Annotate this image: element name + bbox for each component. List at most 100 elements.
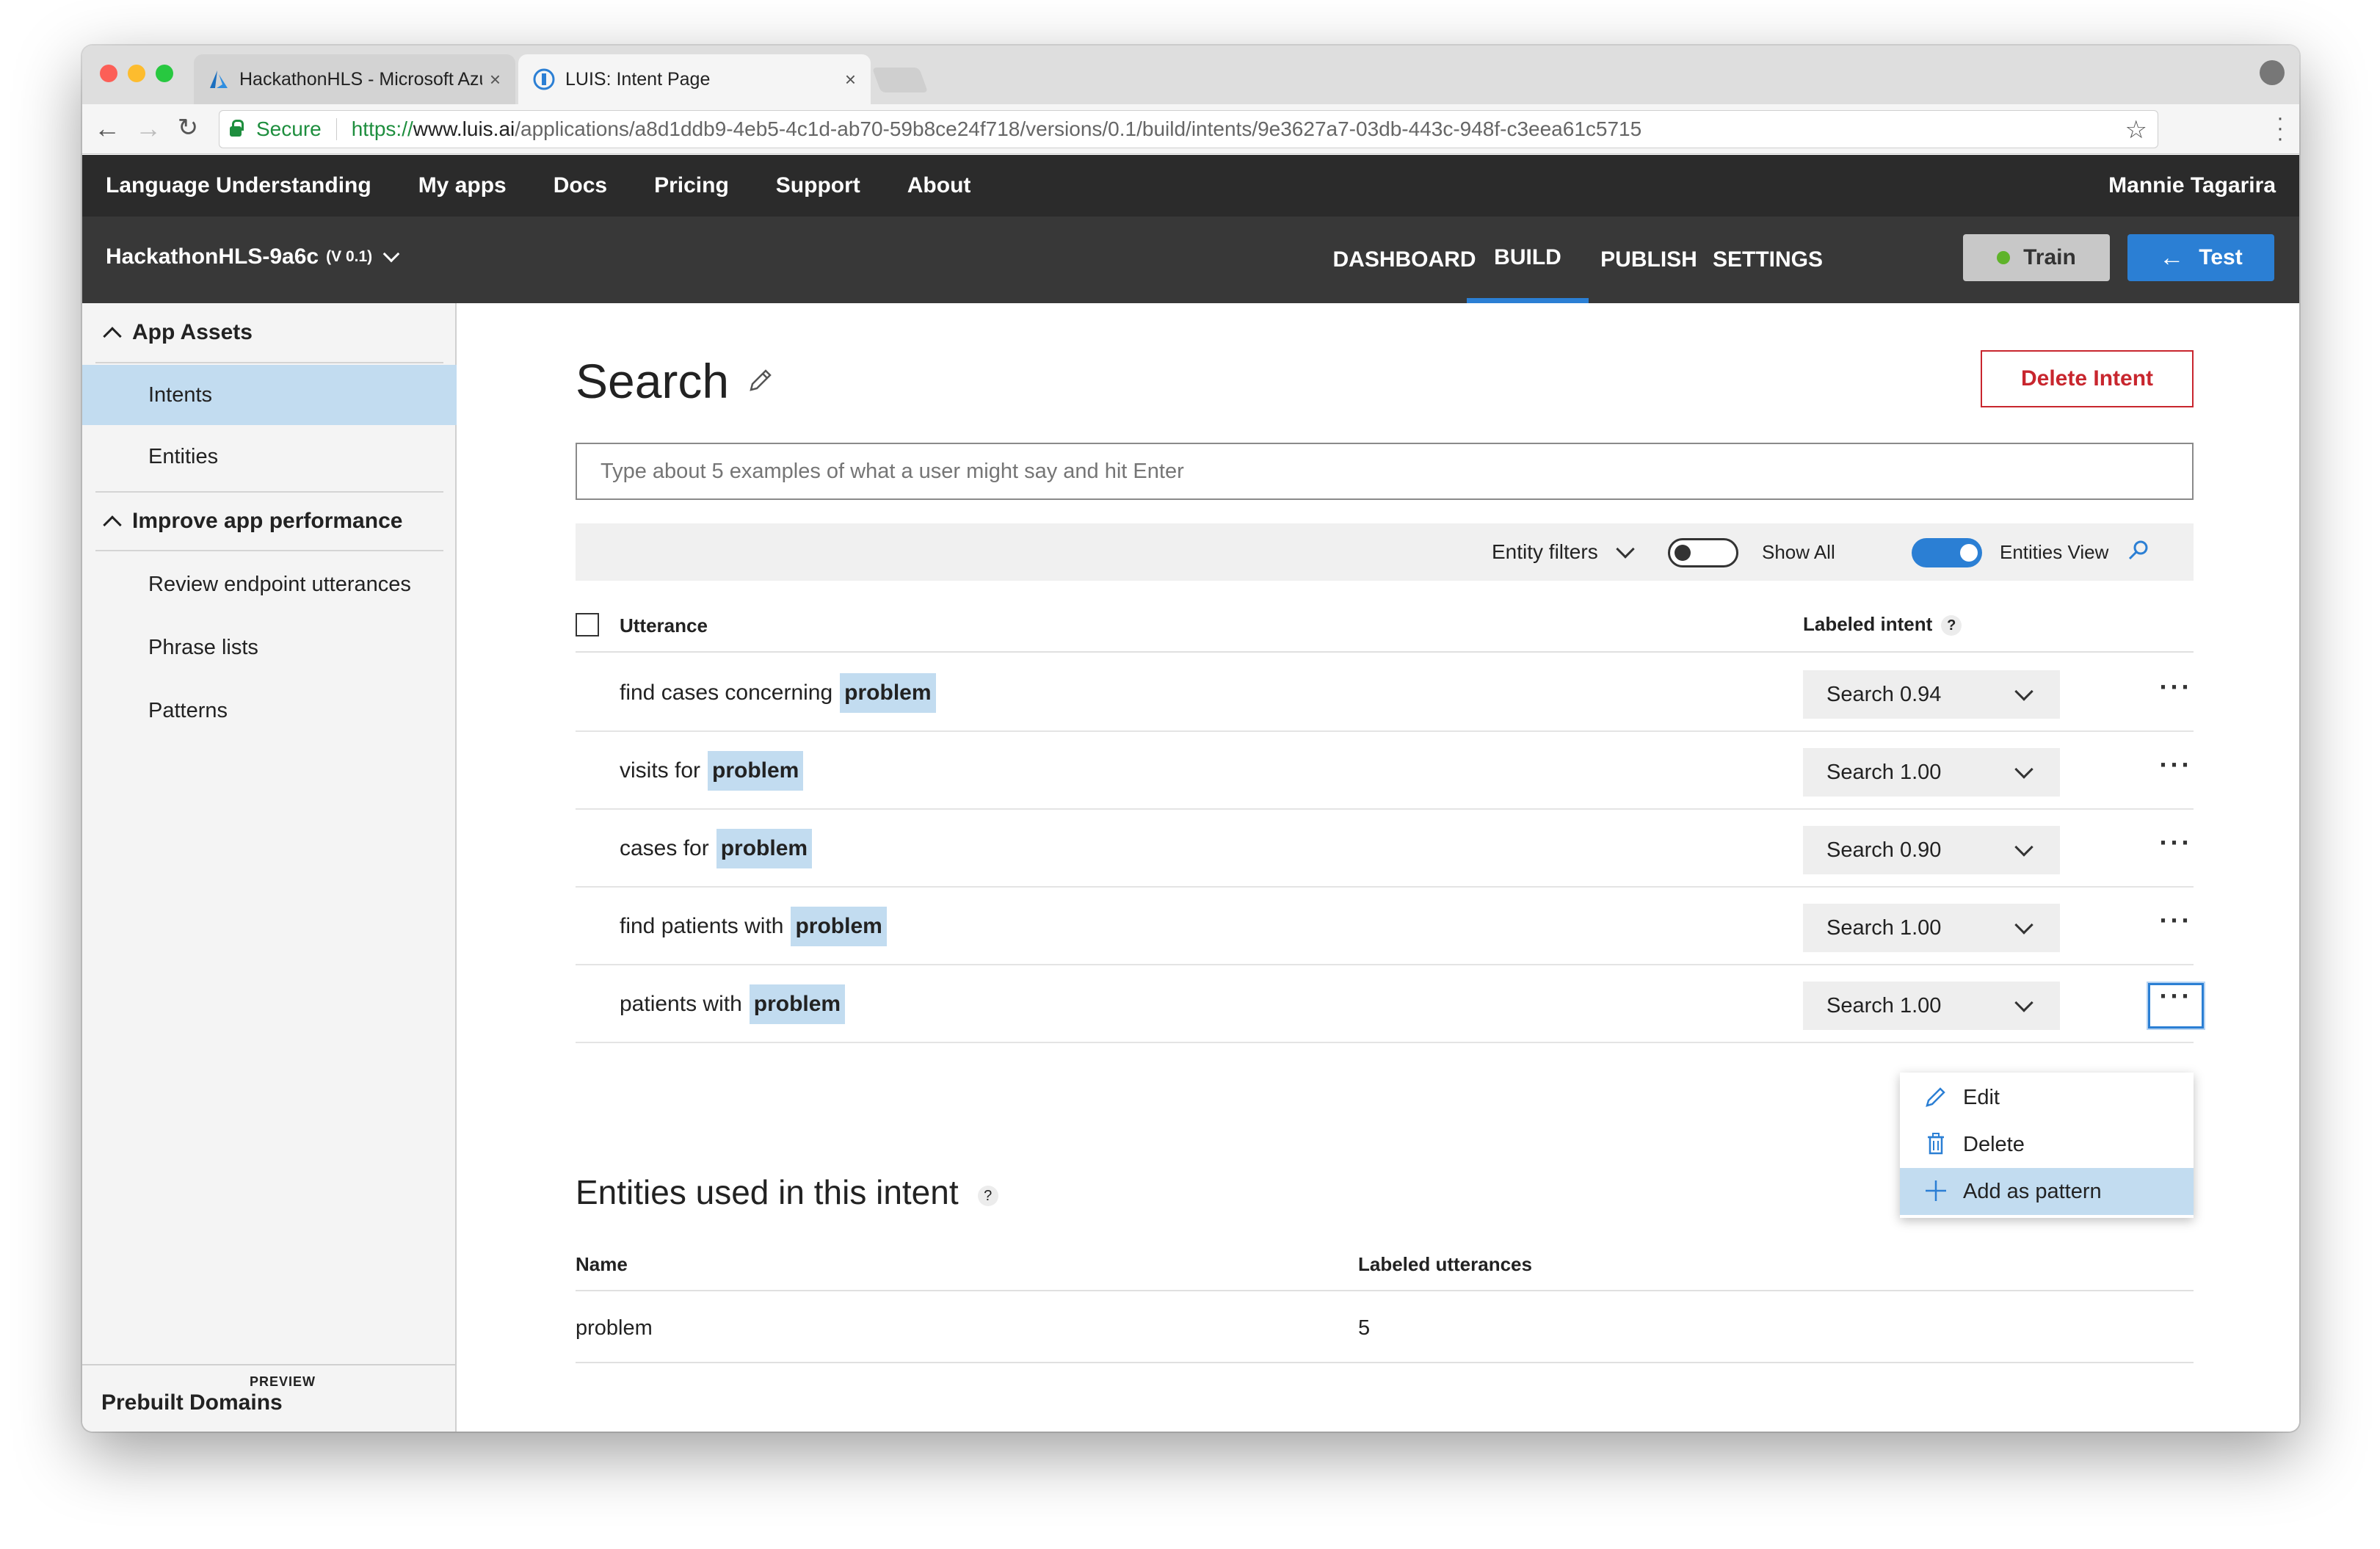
- col-labeled-intent-label: Labeled intent: [1803, 613, 1933, 635]
- browser-toolbar: ← → ↻ Secure https://www.luis.ai/applica…: [82, 104, 2299, 154]
- maximize-window-button[interactable]: [156, 65, 173, 82]
- entities-view-label: Entities View: [2000, 540, 2109, 563]
- nav-support[interactable]: Support: [776, 173, 860, 198]
- show-all-toggle[interactable]: [1668, 538, 1738, 567]
- row-more-button[interactable]: ···: [2148, 907, 2204, 951]
- menu-item-edit[interactable]: Edit: [1900, 1074, 2194, 1121]
- help-icon[interactable]: ?: [977, 1186, 998, 1206]
- url-text: https://www.luis.ai/applications/a8d1ddb…: [352, 117, 1641, 141]
- utterance-words: patients with: [620, 992, 742, 1016]
- select-all-checkbox[interactable]: [576, 613, 599, 636]
- tab-dashboard[interactable]: DASHBOARD: [1333, 217, 1476, 303]
- pencil-icon[interactable]: [745, 366, 774, 396]
- entity-label[interactable]: problem: [708, 751, 804, 791]
- sidebar-item-intents[interactable]: Intents: [82, 365, 457, 425]
- utterance-text[interactable]: find cases concerning problem: [620, 673, 936, 713]
- app-version: (V 0.1): [326, 248, 373, 265]
- utterance-text[interactable]: visits for problem: [620, 751, 804, 791]
- app-name: HackathonHLS-9a6c: [106, 244, 319, 269]
- page-title: Search: [576, 354, 730, 408]
- chevron-down-icon: [382, 245, 400, 263]
- sidebar-item-patterns[interactable]: Patterns: [82, 681, 457, 741]
- show-all-label: Show All: [1762, 540, 1835, 563]
- intent-dropdown[interactable]: Search 1.00: [1803, 904, 2060, 952]
- menu-item-delete[interactable]: Delete: [1900, 1121, 2194, 1168]
- entity-name[interactable]: problem: [576, 1316, 653, 1341]
- nav-my-apps[interactable]: My apps: [418, 173, 507, 198]
- row-more-button[interactable]: ···: [2148, 674, 2204, 717]
- url-host: www.luis.ai: [413, 117, 515, 140]
- tab-strip: HackathonHLS - Microsoft Azu × LUIS: Int…: [82, 46, 2299, 104]
- utterance-text[interactable]: cases for problem: [620, 829, 813, 868]
- intent-dropdown[interactable]: Search 1.00: [1803, 748, 2060, 797]
- intent-dropdown[interactable]: Search 1.00: [1803, 982, 2060, 1030]
- intent-dropdown[interactable]: Search 0.94: [1803, 670, 2060, 719]
- help-icon[interactable]: ?: [1941, 615, 1962, 636]
- address-bar[interactable]: Secure https://www.luis.ai/applications/…: [219, 110, 2158, 148]
- entity-label[interactable]: problem: [840, 673, 936, 713]
- entity-label[interactable]: problem: [791, 907, 887, 946]
- test-label: Test: [2199, 245, 2243, 269]
- close-window-button[interactable]: [100, 65, 117, 82]
- chevron-up-icon: [103, 515, 122, 534]
- menu-item-add-as-pattern[interactable]: Add as pattern: [1900, 1168, 2194, 1215]
- chevron-down-icon: [2014, 682, 2033, 701]
- intent-value: Search 1.00: [1826, 993, 1942, 1017]
- new-tab-button[interactable]: [871, 68, 929, 92]
- nav-pricing[interactable]: Pricing: [654, 173, 729, 198]
- forward-icon[interactable]: →: [134, 113, 163, 144]
- main-content: Search Delete Intent Entity filters Show…: [458, 303, 2299, 1432]
- entity-filters-dropdown[interactable]: Entity filters: [1492, 523, 1635, 581]
- utterance-words: cases for: [620, 836, 709, 860]
- user-name[interactable]: Mannie Tagarira: [2108, 173, 2276, 198]
- tab-luis[interactable]: LUIS: Intent Page ×: [518, 54, 871, 104]
- row-more-button-open[interactable]: ···: [2148, 983, 2204, 1029]
- utterance-text[interactable]: find patients with problem: [620, 907, 887, 946]
- nav-about[interactable]: About: [907, 173, 971, 198]
- nav-docs[interactable]: Docs: [554, 173, 607, 198]
- row-more-button[interactable]: ···: [2148, 830, 2204, 873]
- entities-section-label: Entities used in this intent: [576, 1173, 959, 1211]
- bookmark-star-icon[interactable]: ☆: [2125, 115, 2147, 145]
- sidebar-item-review-endpoint[interactable]: Review endpoint utterances: [82, 554, 457, 614]
- sidebar-item-entities[interactable]: Entities: [82, 427, 457, 487]
- reload-icon[interactable]: ↻: [173, 113, 203, 142]
- arrow-left-icon: ←: [2159, 243, 2185, 272]
- top-nav: Language Understanding My apps Docs Pric…: [82, 155, 2299, 217]
- app-selector[interactable]: HackathonHLS-9a6c (V 0.1): [106, 244, 400, 269]
- prebuilt-domains-link[interactable]: PREVIEW Prebuilt Domains: [82, 1364, 455, 1432]
- tab-publish[interactable]: PUBLISH: [1597, 217, 1700, 303]
- utterance-input[interactable]: [576, 443, 2194, 500]
- utterance-text[interactable]: patients with problem: [620, 984, 846, 1024]
- row-more-button[interactable]: ···: [2148, 752, 2204, 795]
- back-icon[interactable]: ←: [92, 113, 122, 144]
- test-button[interactable]: ← Test: [2127, 234, 2274, 281]
- entity-label[interactable]: problem: [749, 984, 846, 1024]
- section-label: App Assets: [132, 320, 253, 344]
- train-button[interactable]: Train: [1963, 234, 2110, 281]
- table-row: visits for problem Search 1.00 ···: [576, 732, 2194, 810]
- entity-count: 5: [1358, 1316, 1371, 1340]
- entity-label[interactable]: problem: [716, 829, 813, 868]
- azure-icon: [210, 70, 228, 88]
- sidebar-item-phrase-lists[interactable]: Phrase lists: [82, 617, 457, 678]
- menu-item-label: Delete: [1963, 1132, 2025, 1156]
- minimize-window-button[interactable]: [128, 65, 145, 82]
- sidebar-section-improve[interactable]: Improve app performance: [95, 491, 443, 551]
- search-icon[interactable]: [2126, 538, 2151, 563]
- profile-icon[interactable]: [2260, 60, 2285, 85]
- close-tab-icon[interactable]: ×: [490, 68, 501, 91]
- nav-home-link[interactable]: Language Understanding: [106, 173, 371, 198]
- tab-azure[interactable]: HackathonHLS - Microsoft Azu ×: [194, 54, 515, 104]
- delete-intent-button[interactable]: Delete Intent: [1981, 350, 2194, 407]
- intent-dropdown[interactable]: Search 0.90: [1803, 826, 2060, 874]
- browser-menu-icon[interactable]: · · ·: [2273, 107, 2288, 150]
- close-tab-icon[interactable]: ×: [845, 68, 856, 91]
- tab-settings[interactable]: SETTINGS: [1709, 217, 1826, 303]
- url-path: /applications/a8d1ddb9-4eb5-4c1d-ab70-59…: [515, 117, 1642, 140]
- entities-view-toggle[interactable]: [1912, 538, 1982, 567]
- col-labeled-utterances: Labeled utterances: [1358, 1253, 1532, 1275]
- url-scheme: https://: [351, 117, 413, 140]
- tab-build[interactable]: BUILD: [1467, 217, 1589, 303]
- sidebar-section-app-assets[interactable]: App Assets: [95, 303, 443, 363]
